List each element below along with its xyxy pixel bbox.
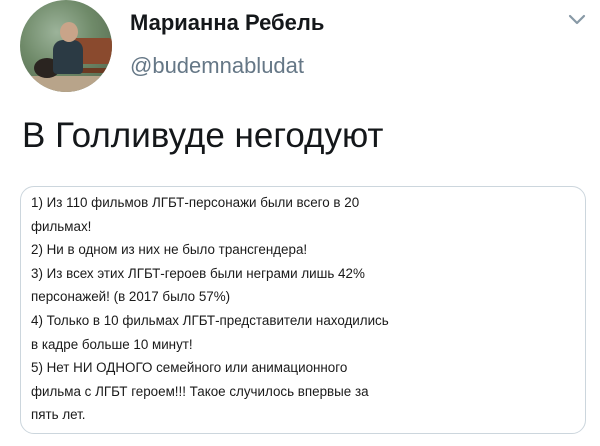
image-text-line: персонажей! (в 2017 было 57%) xyxy=(31,289,231,305)
user-avatar[interactable] xyxy=(20,0,112,92)
image-text-line: 5) Нет НИ ОДНОГО семейного или анимацион… xyxy=(31,360,348,376)
avatar-person-head xyxy=(60,22,78,42)
author-handle[interactable]: @budemnabludat xyxy=(130,53,304,79)
image-text-line: 2) Ни в одном из них не было трансгендер… xyxy=(31,242,308,258)
tweet-text: В Голливуде негодуют xyxy=(22,116,384,155)
chevron-down-icon[interactable] xyxy=(566,12,588,28)
image-text-block: 1) Из 110 фильмов ЛГБТ-персонажи были вс… xyxy=(31,191,579,427)
image-text-line: 4) Только в 10 фильмах ЛГБТ-представител… xyxy=(31,312,389,328)
image-text-line: фильмах! xyxy=(31,218,92,234)
attached-image[interactable]: 1) Из 110 фильмов ЛГБТ-персонажи были вс… xyxy=(20,186,586,434)
avatar-ground xyxy=(20,76,112,92)
author-name[interactable]: Марианна Ребель xyxy=(130,10,324,36)
image-text-line: 3) Из всех этих ЛГБТ-героев были неграми… xyxy=(31,265,365,281)
image-text-line: пять лет. xyxy=(31,407,86,423)
image-text-line: в кадре больше 10 минут! xyxy=(31,336,193,352)
avatar-person-body xyxy=(53,40,83,74)
image-text-line: 1) Из 110 фильмов ЛГБТ-персонажи были вс… xyxy=(31,195,360,210)
image-text-line: фильма с ЛГБТ героем!!! Такое случилось … xyxy=(31,383,369,399)
